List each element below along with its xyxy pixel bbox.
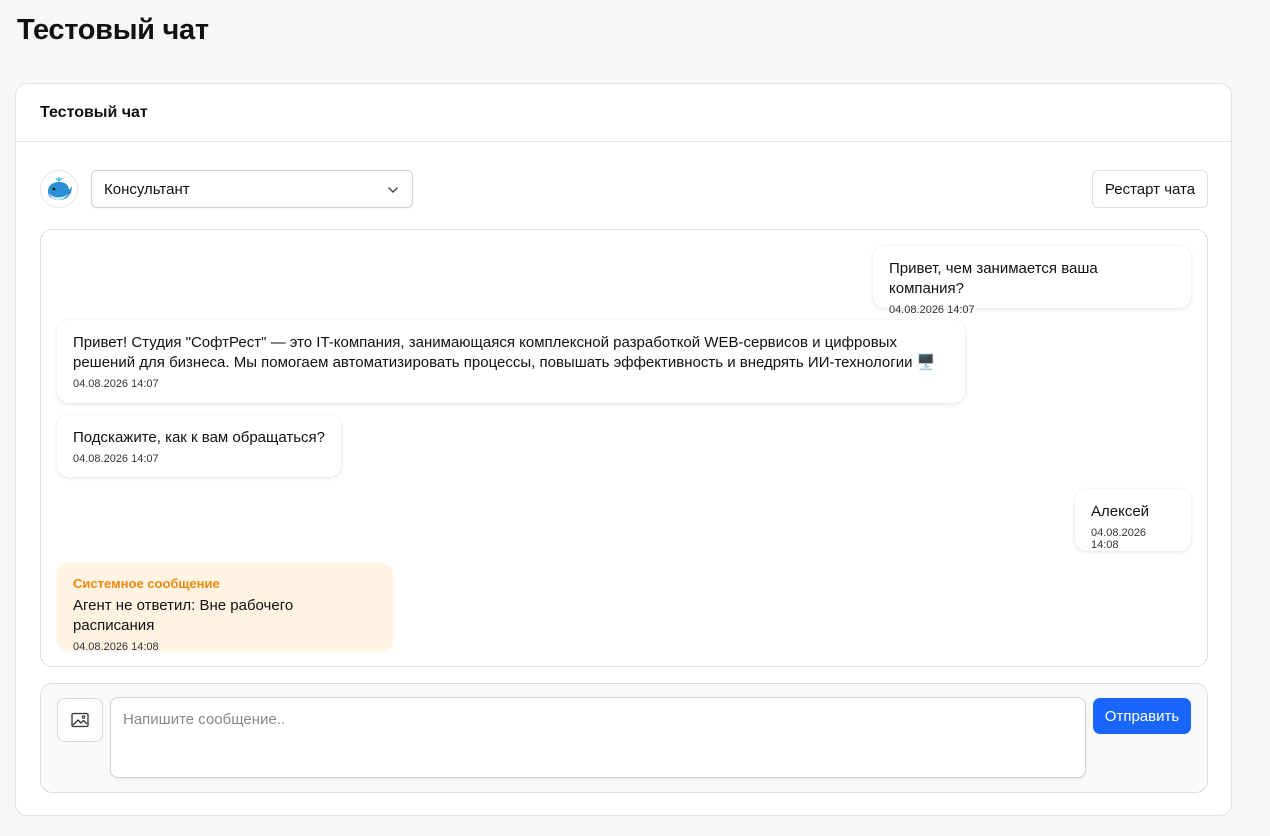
message-text: Привет! Студия "СофтРест" — это IT-компа… bbox=[73, 334, 936, 371]
send-button[interactable]: Отправить bbox=[1093, 698, 1191, 734]
message-composer: Отправить bbox=[40, 683, 1208, 793]
system-message-label: Системное сообщение bbox=[73, 576, 220, 591]
chat-card: Тестовый чат Консультант Рестарт чата Пр… bbox=[15, 83, 1232, 816]
message-user: Алексей 04.08.2026 14:08 bbox=[1075, 489, 1191, 551]
message-user: Привет, чем занимается ваша компания? 04… bbox=[873, 246, 1191, 316]
page-title: Тестовый чат bbox=[17, 14, 209, 46]
message-time: 04.08.2026 14:07 bbox=[889, 304, 975, 316]
message-time: 04.08.2026 14:08 bbox=[73, 641, 159, 653]
chevron-down-icon bbox=[388, 187, 398, 193]
agent-avatar bbox=[40, 170, 78, 208]
chat-toolbar: Консультант Рестарт чата bbox=[40, 170, 1208, 208]
message-time: 04.08.2026 14:07 bbox=[73, 378, 159, 390]
message-text: Привет, чем занимается ваша компания? bbox=[889, 260, 1098, 297]
message-time: 04.08.2026 14:08 bbox=[1091, 527, 1147, 551]
message-list[interactable]: Привет, чем занимается ваша компания? 04… bbox=[40, 229, 1208, 667]
message-text: Алексей bbox=[1091, 503, 1150, 520]
agent-select[interactable]: Консультант bbox=[91, 170, 413, 208]
system-message: Системное сообщение Агент не ответил: Вн… bbox=[57, 563, 393, 653]
whale-icon bbox=[48, 177, 72, 200]
card-title: Тестовый чат bbox=[40, 103, 148, 121]
message-agent: Привет! Студия "СофтРест" — это IT-компа… bbox=[57, 320, 965, 403]
message-time: 04.08.2026 14:07 bbox=[73, 453, 159, 465]
agent-select-value: Консультант bbox=[104, 180, 190, 198]
message-agent: Подскажите, как к вам обращаться? 04.08.… bbox=[57, 415, 341, 477]
attach-image-button[interactable] bbox=[57, 698, 103, 742]
restart-chat-button[interactable]: Рестарт чата bbox=[1092, 170, 1208, 208]
card-header: Тестовый чат bbox=[16, 84, 1231, 142]
message-text: Агент не ответил: Вне рабочего расписани… bbox=[73, 597, 294, 634]
image-icon bbox=[71, 712, 89, 728]
message-text: Подскажите, как к вам обращаться? bbox=[73, 429, 326, 446]
message-input[interactable] bbox=[110, 697, 1086, 778]
